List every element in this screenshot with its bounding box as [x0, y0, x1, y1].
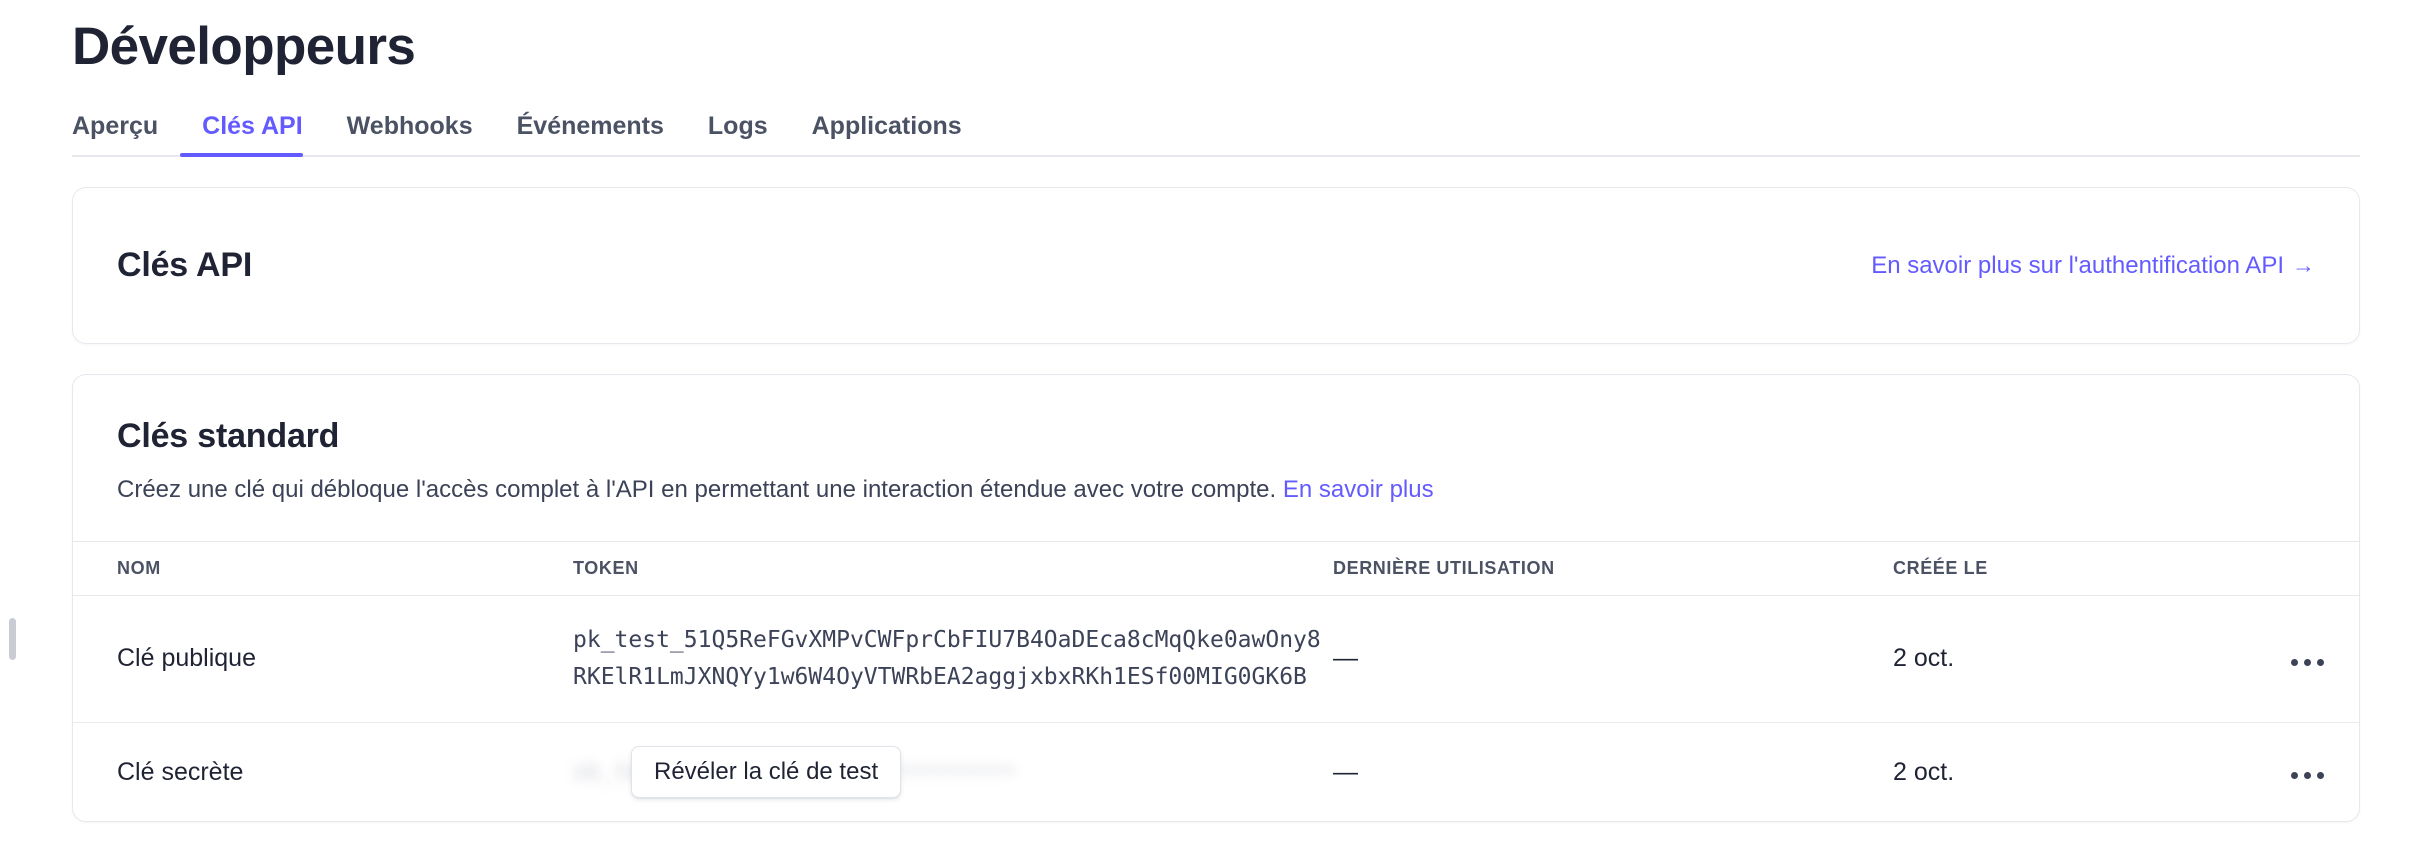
table-header-row: NOM TOKEN DERNIÈRE UTILISATION CRÉÉE LE — [73, 540, 2359, 596]
column-header-nom: NOM — [73, 540, 573, 596]
tab-bar: Aperçu Clés API Webhooks Événements Logs… — [72, 105, 2360, 158]
left-scroll-handle[interactable] — [9, 618, 16, 660]
table-row: Clé publique pk_test_51Q5ReFGvXMPvCWFprC… — [73, 595, 2359, 724]
column-header-last-used: DERNIÈRE UTILISATION — [1333, 540, 1893, 596]
standard-keys-description: Créez une clé qui débloque l'accès compl… — [117, 474, 2315, 506]
api-keys-intro-card: Clés API En savoir plus sur l'authentifi… — [72, 187, 2360, 345]
tab-logs[interactable]: Logs — [686, 112, 790, 155]
row-name-secret-key: Clé secrète — [117, 757, 244, 786]
api-auth-docs-link[interactable]: En savoir plus sur l'authentification AP… — [1871, 252, 2315, 280]
developers-page: Développeurs Aperçu Clés API Webhooks Év… — [0, 0, 2432, 842]
api-keys-heading: Clés API — [117, 246, 253, 285]
row-created-public-key: 2 oct. — [1893, 595, 2253, 724]
standard-keys-description-text: Créez une clé qui débloque l'accès compl… — [117, 476, 1277, 504]
tab-webhooks[interactable]: Webhooks — [325, 112, 495, 155]
row-last-used-secret-key: — — [1333, 757, 1358, 786]
tab-apercu[interactable]: Aperçu — [72, 112, 180, 155]
arrow-right-icon: → — [2292, 251, 2315, 278]
tab-applications[interactable]: Applications — [790, 112, 984, 155]
tab-cles-api[interactable]: Clés API — [180, 112, 325, 158]
standard-keys-heading: Clés standard — [117, 417, 340, 456]
api-keys-table: NOM TOKEN DERNIÈRE UTILISATION CRÉÉE LE … — [73, 540, 2359, 822]
row-actions-secret-key — [2253, 723, 2359, 822]
public-key-token-value: pk_test_51Q5ReFGvXMPvCWFprCbFIU7B4OaDEca… — [573, 626, 1321, 690]
api-keys-table-body: Clé publique pk_test_51Q5ReFGvXMPvCWFprC… — [73, 595, 2359, 821]
standard-keys-card: Clés standard Créez une clé qui débloque… — [72, 374, 2360, 823]
column-header-actions — [2253, 540, 2359, 596]
api-keys-table-head: NOM TOKEN DERNIÈRE UTILISATION CRÉÉE LE — [73, 540, 2359, 596]
api-auth-docs-link-label: En savoir plus sur l'authentification AP… — [1871, 251, 2284, 279]
standard-keys-learn-more-link[interactable]: En savoir plus — [1283, 476, 1434, 503]
column-header-token: TOKEN — [573, 540, 1333, 596]
column-header-created: CRÉÉE LE — [1893, 540, 2253, 596]
row-token-public-key[interactable]: pk_test_51Q5ReFGvXMPvCWFprCbFIU7B4OaDEca… — [573, 595, 1333, 724]
reveal-test-key-button[interactable]: Révéler la clé de test — [631, 746, 902, 799]
row-actions-public-key — [2253, 595, 2359, 724]
row-last-used-public-key: — — [1333, 595, 1893, 724]
overflow-menu-icon[interactable] — [2287, 651, 2328, 674]
page-title: Développeurs — [72, 17, 416, 76]
row-created-secret-key: 2 oct. — [1893, 757, 1955, 786]
table-row: Clé secrète sk_test_••••••••••••••••••••… — [73, 723, 2359, 822]
row-name-public-key: Clé publique — [73, 595, 573, 724]
tab-evenements[interactable]: Événements — [495, 112, 686, 155]
overflow-menu-icon[interactable] — [2287, 764, 2328, 787]
row-token-secret-key: sk_test_•••••••••••••••••••••••• Révéler… — [573, 723, 1333, 822]
